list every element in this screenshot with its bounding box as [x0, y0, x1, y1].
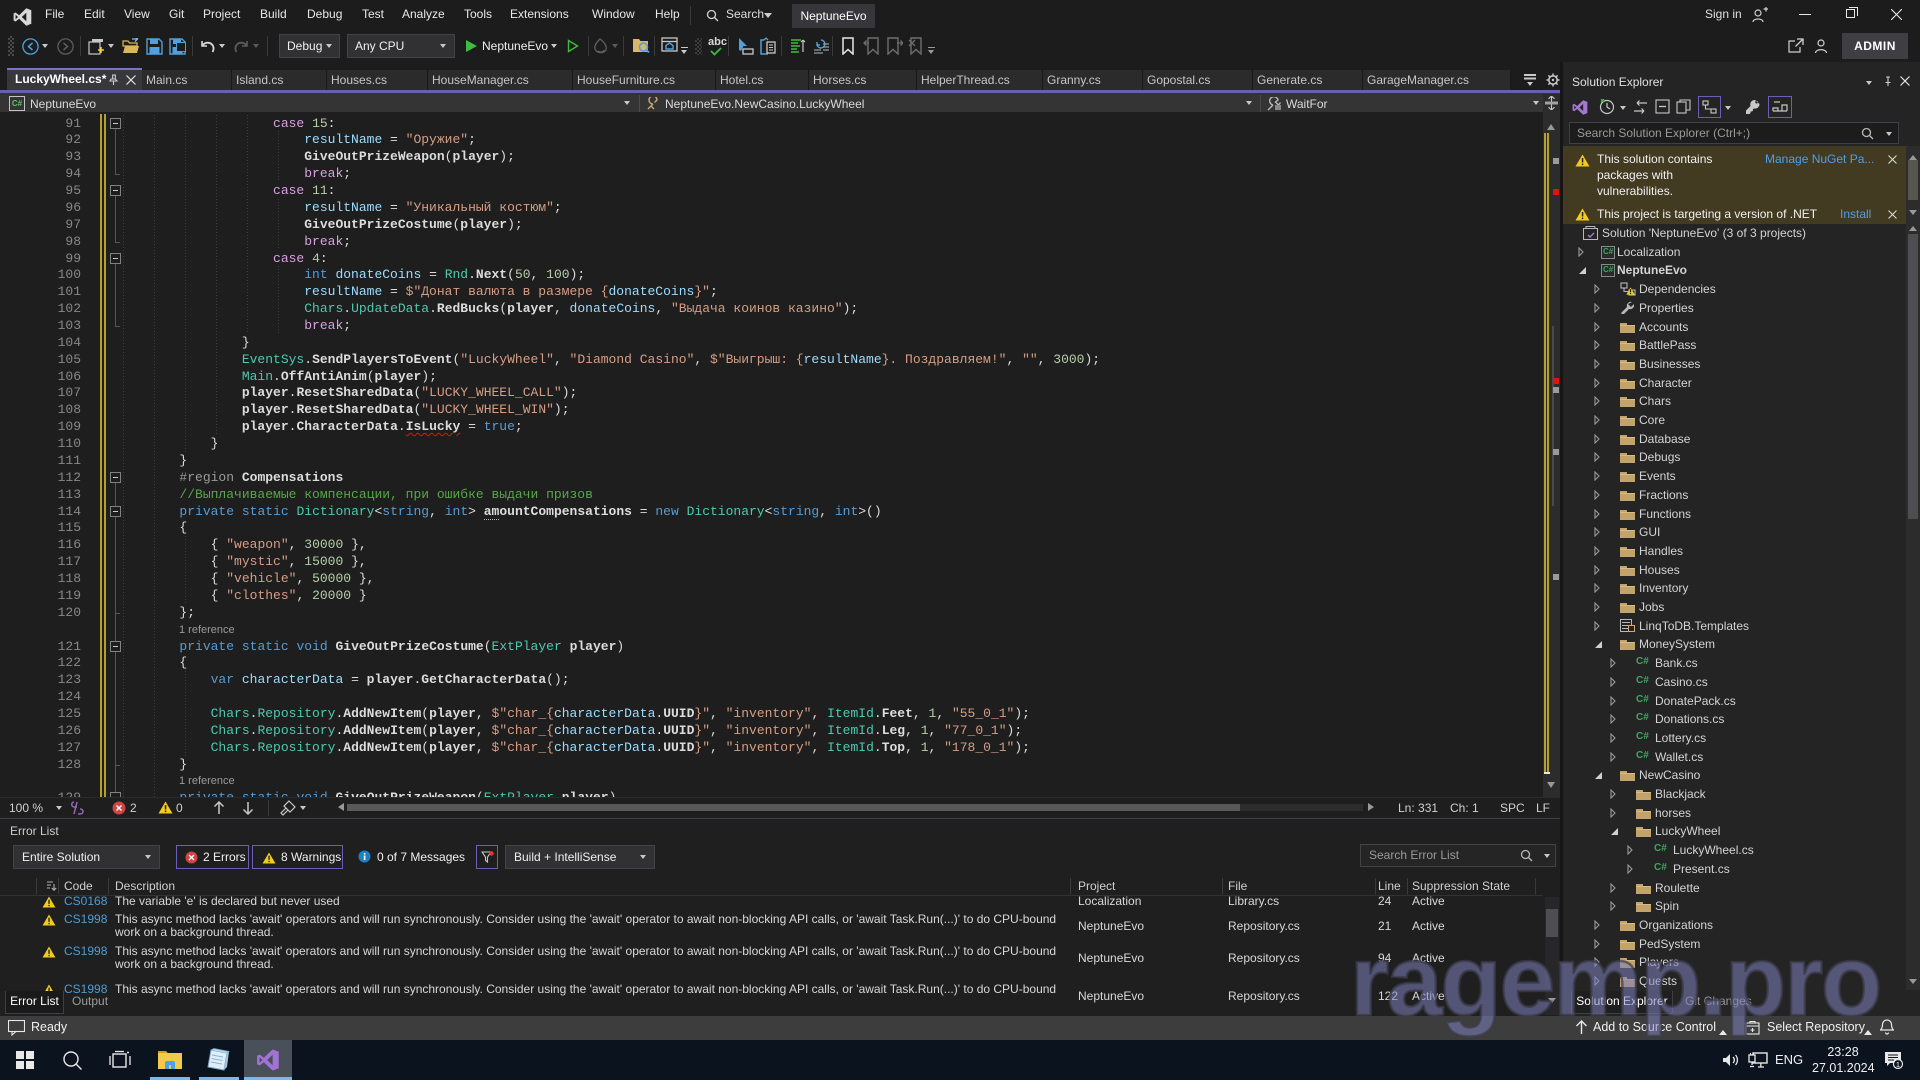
svg-text:1: 1 [1896, 1060, 1900, 1069]
